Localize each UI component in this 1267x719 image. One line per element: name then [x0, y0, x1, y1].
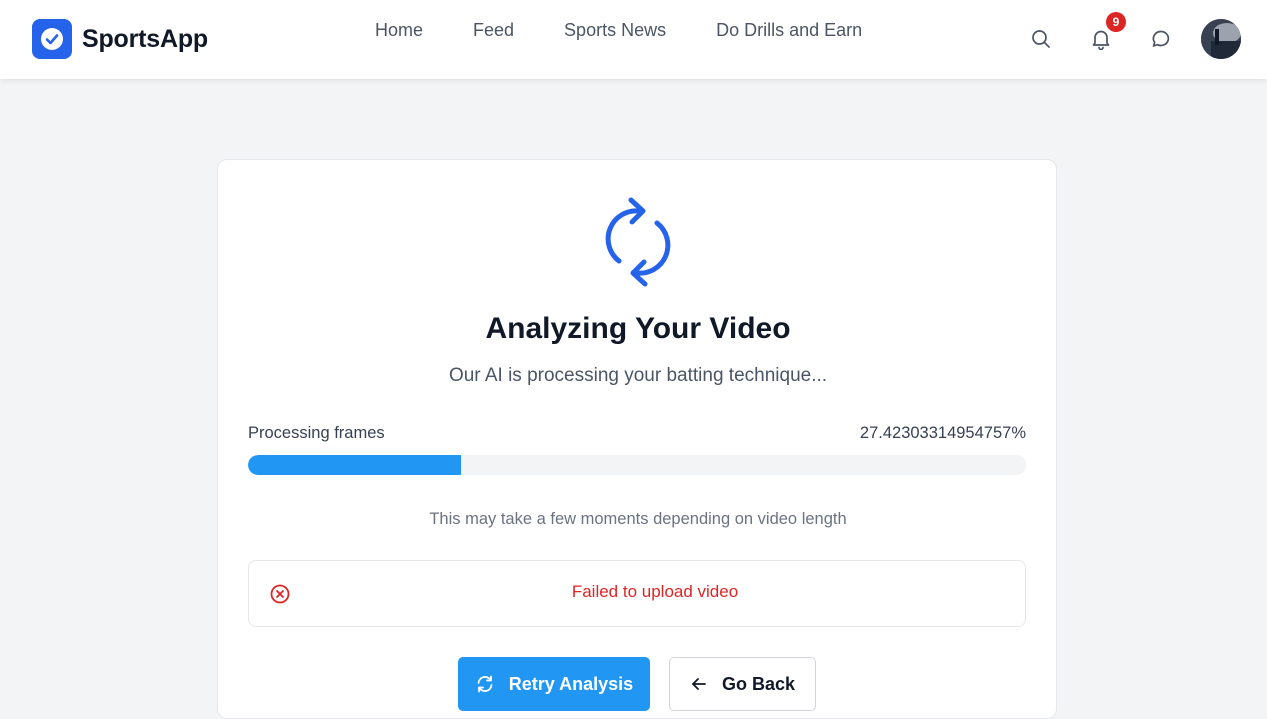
error-alert: Failed to upload video: [248, 560, 1026, 627]
progress-bar-fill: [248, 455, 462, 475]
refresh-icon: [475, 674, 495, 694]
analysis-card: Analyzing Your Video Our AI is processin…: [217, 159, 1057, 719]
main-nav: Home Feed Sports News Do Drills and Earn: [375, 20, 862, 44]
progress-label: Processing frames: [248, 424, 385, 442]
go-back-label: Go Back: [721, 673, 796, 694]
notification-badge: 9: [1106, 12, 1126, 32]
page-subtitle: Our AI is processing your batting techni…: [448, 365, 828, 386]
arrow-left-icon: [690, 675, 708, 693]
chat-icon[interactable]: [1149, 27, 1173, 51]
error-message: Failed to upload video: [571, 582, 739, 601]
bell-icon[interactable]: [1089, 27, 1113, 51]
brand-link[interactable]: SportsApp: [32, 19, 208, 59]
progress-percentage: 27.42303314954757%: [859, 424, 1026, 442]
search-icon[interactable]: [1029, 27, 1053, 51]
brand-name: SportsApp: [82, 24, 208, 53]
check-logo-icon: [32, 19, 72, 59]
nav-sports-news[interactable]: Sports News: [564, 20, 666, 44]
top-navbar: SportsApp Home Feed Sports News Do Drill…: [0, 0, 1267, 79]
nav-feed[interactable]: Feed: [473, 20, 514, 44]
retry-analysis-label: Retry Analysis: [508, 673, 634, 694]
page-title: Analyzing Your Video: [485, 312, 791, 345]
avatar[interactable]: [1201, 19, 1241, 59]
processing-hint: This may take a few moments depending on…: [429, 510, 847, 528]
nav-do-drills-and-earn[interactable]: Do Drills and Earn: [716, 20, 862, 44]
nav-home[interactable]: Home: [375, 20, 423, 44]
progress-bar: [248, 455, 1026, 475]
refresh-spinner-icon: [603, 195, 673, 287]
